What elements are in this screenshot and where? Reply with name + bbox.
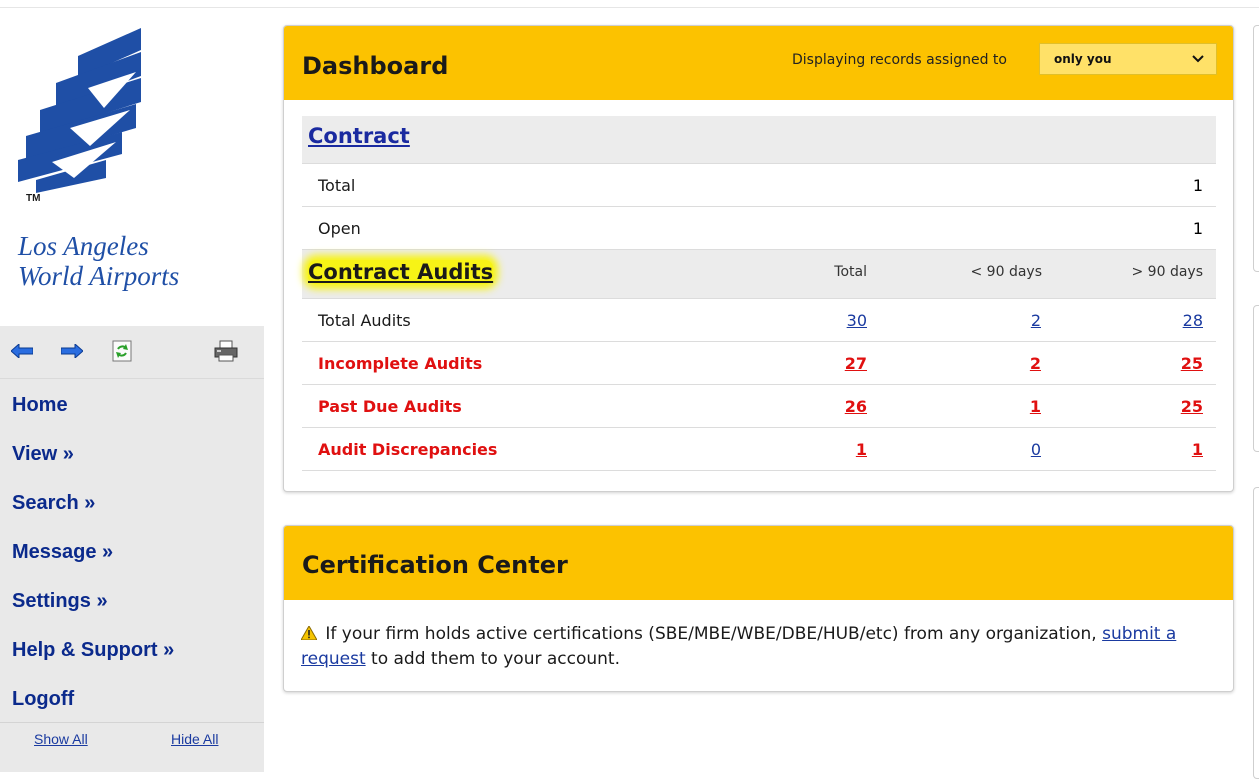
column-header-total: Total (834, 264, 867, 280)
assigned-to-label: Displaying records assigned to (792, 52, 1007, 68)
row-value: 1 (1192, 219, 1203, 238)
back-arrow-icon (11, 344, 33, 358)
audit-over-90-link[interactable]: 1 (1143, 440, 1203, 459)
audit-under-90-link[interactable]: 2 (981, 311, 1041, 330)
column-header-under-90: < 90 days (970, 264, 1043, 280)
table-row: Open 1 (302, 207, 1216, 250)
nav-message[interactable]: Message » (12, 541, 113, 564)
nav-view[interactable]: View » (12, 443, 74, 466)
certification-message: If your firm holds active certifications… (300, 622, 1201, 672)
row-value: 1 (1192, 176, 1203, 195)
back-button[interactable] (8, 338, 36, 364)
audit-over-90-link[interactable]: 25 (1143, 397, 1203, 416)
audit-total-link[interactable]: 27 (807, 354, 867, 373)
audit-total-link[interactable]: 26 (807, 397, 867, 416)
nav-logoff[interactable]: Logoff (12, 688, 74, 711)
right-panel-edge (1253, 305, 1259, 452)
logo-line-1: Los Angeles (18, 231, 149, 261)
audit-row: Past Due Audits 26 1 25 (302, 385, 1216, 428)
nav-settings[interactable]: Settings » (12, 590, 108, 613)
contract-link[interactable]: Contract (308, 124, 410, 148)
right-panel-edge (1253, 25, 1259, 272)
audit-under-90-link[interactable]: 2 (981, 354, 1041, 373)
row-label: Open (318, 219, 361, 238)
chevron-down-icon (1192, 55, 1204, 63)
audit-row: Audit Discrepancies 1 0 1 (302, 428, 1216, 471)
refresh-button[interactable] (108, 338, 136, 364)
audit-under-90-link[interactable]: 1 (981, 397, 1041, 416)
right-panel-edge (1253, 487, 1259, 779)
nav-search[interactable]: Search » (12, 492, 95, 515)
audit-row: Incomplete Audits 27 2 25 (302, 342, 1216, 385)
lawa-emblem-icon (18, 28, 141, 193)
top-border (0, 0, 1259, 8)
contract-audits-link[interactable]: Contract Audits (308, 260, 494, 284)
certification-title: Certification Center (302, 551, 568, 579)
warning-icon (300, 624, 318, 641)
certification-header: Certification Center (284, 526, 1233, 600)
logo-text: Los Angeles World Airports (18, 231, 179, 291)
audit-row-label: Total Audits (318, 311, 411, 330)
hide-all-link[interactable]: Hide All (171, 731, 218, 747)
audit-row-label: Incomplete Audits (318, 354, 483, 373)
sidebar: Home View » Search » Message » Settings … (0, 326, 264, 772)
column-header-over-90: > 90 days (1131, 264, 1204, 280)
forward-button[interactable] (58, 338, 86, 364)
audit-total-link[interactable]: 1 (807, 440, 867, 459)
dashboard-header: Dashboard Displaying records assigned to… (284, 26, 1233, 100)
print-icon (214, 340, 238, 362)
nav-home[interactable]: Home (12, 394, 68, 417)
audit-under-90-link[interactable]: 0 (981, 440, 1041, 459)
audit-over-90-link[interactable]: 28 (1143, 311, 1203, 330)
trademark-mark: TM (26, 193, 41, 204)
certification-center-panel: Certification Center If your firm holds … (283, 525, 1234, 692)
audit-total-link[interactable]: 30 (807, 311, 867, 330)
contract-audits-section-header: Contract Audits Total < 90 days > 90 day… (302, 250, 1216, 299)
certification-text-before: If your firm holds active certifications… (325, 624, 1097, 644)
dashboard-title: Dashboard (302, 52, 449, 80)
nav-help-support[interactable]: Help & Support » (12, 639, 174, 662)
row-label: Total (318, 176, 356, 195)
show-all-link[interactable]: Show All (34, 731, 88, 747)
assigned-to-select[interactable]: only you (1039, 43, 1217, 75)
dashboard-panel: Dashboard Displaying records assigned to… (283, 25, 1234, 492)
print-button[interactable] (212, 338, 240, 364)
table-row: Total 1 (302, 164, 1216, 207)
contract-section-header: Contract (302, 116, 1216, 164)
lawa-logo: TM Los Angeles World Airports (18, 28, 248, 318)
audit-over-90-link[interactable]: 25 (1143, 354, 1203, 373)
nav-divider (0, 722, 264, 723)
audit-row: Total Audits 30 2 28 (302, 299, 1216, 342)
sidebar-toolbar (0, 326, 264, 379)
logo-line-2: World Airports (18, 261, 180, 291)
refresh-icon (112, 340, 132, 362)
audit-row-label: Audit Discrepancies (318, 440, 498, 459)
certification-text-after: to add them to your account. (371, 649, 620, 669)
audit-row-label: Past Due Audits (318, 397, 462, 416)
assigned-to-value: only you (1054, 52, 1112, 66)
forward-arrow-icon (61, 344, 83, 358)
